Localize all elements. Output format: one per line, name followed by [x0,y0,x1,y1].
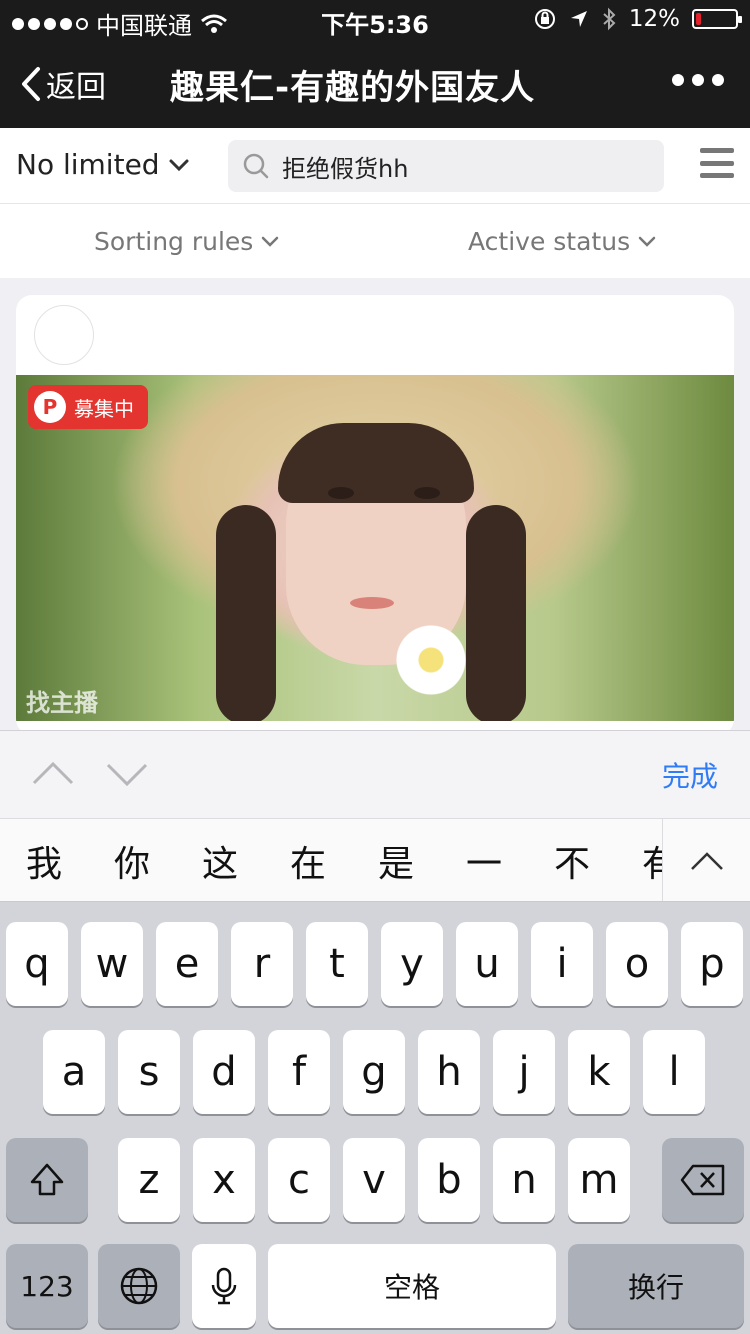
candidate-item[interactable]: 你 [88,835,176,887]
key-d[interactable]: d [193,1030,255,1114]
space-key[interactable]: 空格 [268,1244,556,1328]
key-h[interactable]: h [418,1030,480,1114]
active-status-dropdown[interactable]: Active status [468,227,656,256]
navigation-bar: 返回 趣果仁-有趣的外国友人 [0,40,750,128]
chevron-down-icon [169,159,189,171]
chevron-down-icon [638,236,656,247]
photo-detail [350,597,394,609]
photo-detail [278,423,474,503]
region-dropdown[interactable]: No limited [16,148,190,181]
key-q[interactable]: q [6,922,68,1006]
numbers-key[interactable]: 123 [6,1244,88,1328]
photo-detail [328,487,354,499]
candidate-item[interactable]: 这 [176,835,264,887]
photo-detail [414,487,440,499]
key-v[interactable]: v [343,1138,405,1222]
key-g[interactable]: g [343,1030,405,1114]
search-input[interactable] [282,152,642,180]
key-e[interactable]: e [156,922,218,1006]
avatar[interactable] [34,305,94,365]
status-icons: 12% [533,6,742,32]
chevron-up-icon [690,852,723,870]
key-c[interactable]: c [268,1138,330,1222]
key-a[interactable]: a [43,1030,105,1114]
done-button[interactable]: 完成 [662,755,718,795]
microphone-icon [211,1267,237,1305]
rotation-lock-icon [534,9,555,29]
key-m[interactable]: m [568,1138,630,1222]
active-status-label: Active status [468,227,631,256]
status-badge: P 募集中 [28,385,148,429]
key-t[interactable]: t [306,922,368,1006]
battery-icon [692,9,742,29]
search-box[interactable] [228,140,664,192]
keyboard-accessory-bar: 完成 [0,730,750,818]
more-dots-icon[interactable] [672,74,724,86]
page-title: 趣果仁-有趣的外国友人 [170,68,536,108]
key-x[interactable]: x [193,1138,255,1222]
sorting-rules-dropdown[interactable]: Sorting rules [94,227,279,256]
badge-label: 募集中 [74,396,134,421]
next-field-icon[interactable] [102,749,152,799]
candidate-item[interactable]: 一 [440,835,528,887]
key-b[interactable]: b [418,1138,480,1222]
key-s[interactable]: s [118,1030,180,1114]
candidate-item[interactable]: 我 [0,835,88,887]
key-l[interactable]: l [643,1030,705,1114]
candidate-item[interactable]: 有 [616,835,662,887]
key-o[interactable]: o [606,922,668,1006]
region-label: No limited [16,148,160,181]
chevron-down-icon [262,236,279,247]
key-r[interactable]: r [231,922,293,1006]
search-icon [243,153,269,179]
profile-card[interactable]: 找主播 P 募集中 [16,295,734,735]
status-bar: 中国联通 下午5:36 12% [0,0,750,40]
profile-photo[interactable]: 找主播 P 募集中 [16,375,734,721]
key-n[interactable]: n [493,1138,555,1222]
photo-detail [466,505,526,721]
chevron-left-icon [22,67,40,101]
key-k[interactable]: k [568,1030,630,1114]
candidate-item[interactable]: 是 [352,835,440,887]
backspace-icon [680,1164,725,1196]
globe-icon [120,1267,158,1305]
back-button[interactable]: 返回 [20,62,106,106]
battery-level [696,13,701,25]
return-key[interactable]: 换行 [568,1244,744,1328]
flower-detail [396,625,466,695]
key-f[interactable]: f [268,1030,330,1114]
key-y[interactable]: y [381,922,443,1006]
keyboard: 123 空格 换行 qwertyuiop asdfghjkl zxcvbnm [0,902,750,1334]
filter-bar: No limited [0,128,750,204]
candidate-list: 我你这在是一不有 [0,819,662,901]
candidate-item[interactable]: 不 [528,835,616,887]
key-j[interactable]: j [493,1030,555,1114]
globe-key[interactable] [98,1244,180,1328]
bluetooth-icon [603,7,616,31]
key-z[interactable]: z [118,1138,180,1222]
sorting-rules-label: Sorting rules [94,227,254,256]
recruiting-icon: P [34,391,66,423]
location-icon [570,11,587,27]
shift-icon [30,1163,64,1196]
key-w[interactable]: w [81,922,143,1006]
key-u[interactable]: u [456,922,518,1006]
shift-key[interactable] [6,1138,88,1222]
previous-field-icon[interactable] [28,749,78,799]
candidate-bar: 我你这在是一不有 [0,818,750,902]
expand-candidates-button[interactable] [662,819,750,901]
watermark: 找主播 [26,689,98,717]
content-area: 找主播 P 募集中 [0,278,750,735]
delete-key[interactable] [662,1138,744,1222]
sort-bar: Sorting rules Active status [0,205,750,278]
microphone-key[interactable] [192,1244,256,1328]
battery-percent: 12% [628,6,680,32]
back-label: 返回 [46,70,106,105]
key-p[interactable]: p [681,922,743,1006]
hamburger-menu-icon[interactable] [700,148,734,178]
photo-detail [216,505,276,721]
candidate-item[interactable]: 在 [264,835,352,887]
key-i[interactable]: i [531,922,593,1006]
